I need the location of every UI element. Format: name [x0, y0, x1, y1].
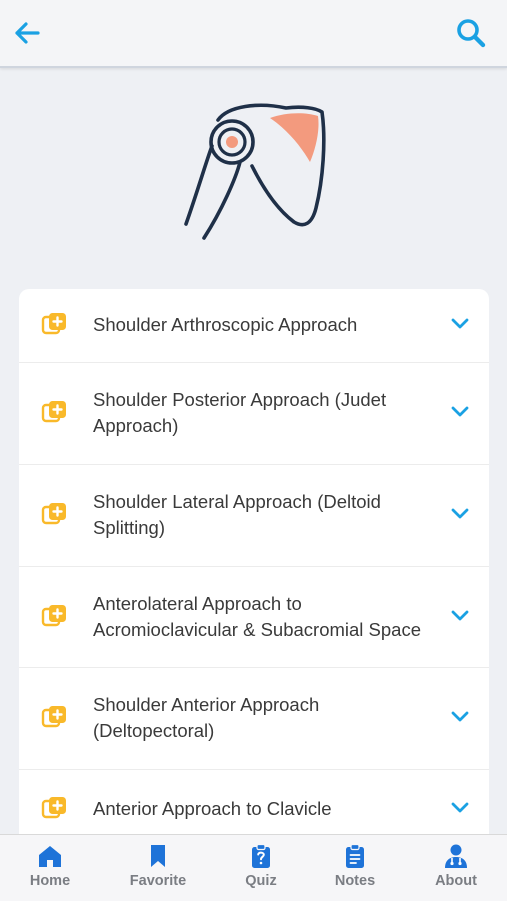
list-item[interactable]: Shoulder Posterior Approach (Judet Approa…	[19, 363, 489, 465]
add-document-icon	[41, 503, 66, 525]
list-item-label: Shoulder Arthroscopic Approach	[93, 312, 443, 338]
nav-item-notes[interactable]: Notes	[310, 843, 400, 899]
list-item-label-line: Shoulder Anterior Approach	[93, 694, 320, 715]
add-document-icon	[41, 604, 66, 626]
list-item-label: Anterolateral Approach to Acromioclavicul…	[93, 591, 443, 643]
quiz-clipboard-icon	[252, 843, 270, 868]
list-item[interactable]: Anterolateral Approach to Acromioclavicul…	[19, 567, 489, 668]
nav-item-label: Home	[29, 873, 71, 889]
list-item-label: Anterior Approach to Clavicle	[93, 796, 443, 822]
nav-item-favorite[interactable]: Favorite	[113, 843, 203, 899]
nav-item-home[interactable]: Home	[5, 843, 95, 899]
list-item[interactable]: Shoulder Lateral Approach (Deltoid Splitt…	[19, 465, 489, 567]
add-document-icon	[41, 796, 66, 818]
chevron-down-icon[interactable]	[451, 318, 469, 330]
add-document-icon	[41, 401, 66, 423]
search-icon[interactable]	[455, 17, 487, 49]
list-item-label-line: Splitting)	[93, 517, 165, 538]
list-item-label-line: Anterolateral Approach to	[93, 592, 302, 614]
list-item-label-line: Shoulder Posterior Approach (Judet	[93, 389, 387, 410]
list-item-label-line: Anterior Approach to Clavicle	[93, 797, 332, 819]
chevron-down-icon[interactable]	[451, 802, 469, 814]
chevron-down-icon[interactable]	[451, 711, 469, 723]
top-app-bar	[0, 0, 507, 68]
notes-clipboard-icon	[346, 843, 364, 868]
chevron-down-icon[interactable]	[451, 406, 469, 418]
nav-item-label: Quiz	[245, 873, 277, 889]
list-item-label-line: Approach)	[93, 415, 179, 436]
approaches-list: Shoulder Arthroscopic Approach Shoulder P…	[19, 289, 489, 849]
bookmark-icon	[151, 845, 165, 867]
nav-item-label: Notes	[334, 873, 376, 889]
home-icon	[39, 846, 61, 867]
list-item-label-line: Acromioclavicular & Subacromial Space	[93, 618, 421, 640]
nav-item-label: Favorite	[129, 873, 187, 889]
doctor-icon	[445, 844, 467, 868]
nav-item-about[interactable]: About	[411, 843, 501, 899]
shoulder-joint-illustration-icon	[184, 103, 326, 240]
back-arrow-icon[interactable]	[12, 18, 42, 48]
add-document-icon	[41, 706, 66, 728]
add-document-icon	[41, 313, 66, 335]
list-item[interactable]: Shoulder Anterior Approach (Deltopectoral…	[19, 668, 489, 770]
list-item-label: Shoulder Lateral Approach (Deltoid Splitt…	[93, 489, 443, 541]
list-item-label-line: (Deltopectoral)	[93, 720, 215, 741]
list-item-label-line: Shoulder Arthroscopic Approach	[93, 314, 358, 335]
nav-item-quiz[interactable]: Quiz	[216, 843, 306, 899]
list-item-label-line: Shoulder Lateral Approach (Deltoid	[93, 491, 381, 512]
chevron-down-icon[interactable]	[451, 610, 469, 622]
list-item-label: Shoulder Anterior Approach (Deltopectoral…	[93, 692, 443, 744]
bottom-navigation: Home Favorite Quiz Notes About	[0, 834, 507, 901]
chevron-down-icon[interactable]	[451, 508, 469, 520]
list-item[interactable]: Shoulder Arthroscopic Approach	[19, 289, 489, 363]
nav-item-label: About	[435, 873, 477, 889]
list-item-label: Shoulder Posterior Approach (Judet Approa…	[93, 387, 443, 439]
